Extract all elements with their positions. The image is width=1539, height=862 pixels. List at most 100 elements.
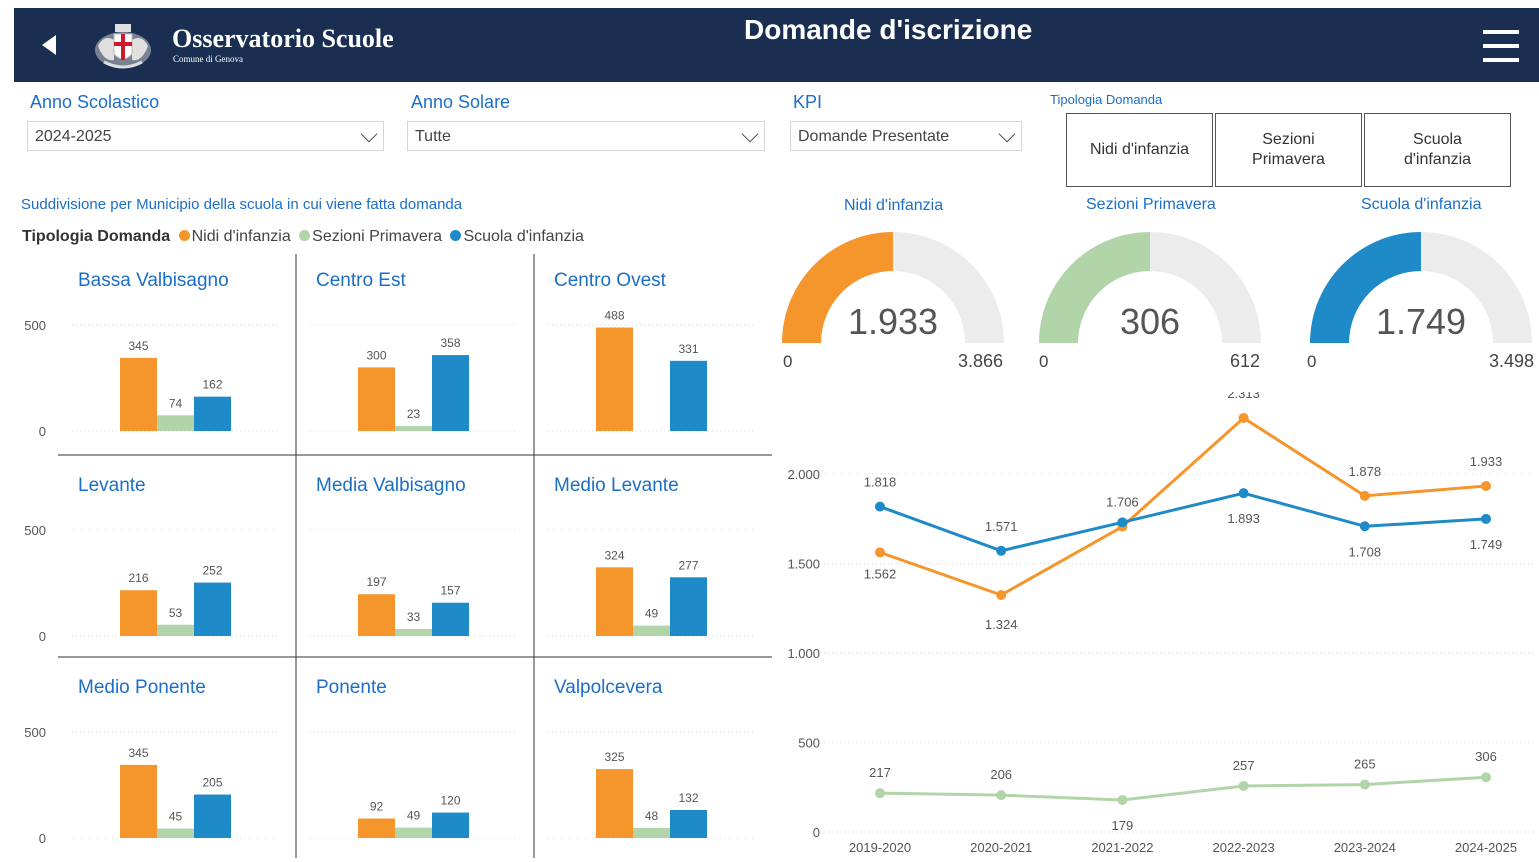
y-tick-label: 1.500 — [787, 557, 820, 572]
legend-item-scuola: Scuola d'infanzia — [463, 228, 584, 245]
data-label: 120 — [440, 794, 460, 808]
legend-item-sezioni: Sezioni Primavera — [312, 228, 442, 245]
data-point — [1481, 772, 1491, 783]
data-point — [875, 547, 885, 558]
y-tick-label: 500 — [24, 725, 46, 740]
hamburger-menu-icon[interactable] — [1483, 30, 1519, 62]
bar — [120, 357, 157, 431]
panel-title: Valpolcevera — [554, 677, 663, 698]
data-label: 179 — [1112, 818, 1134, 833]
back-arrow-icon[interactable] — [40, 30, 64, 60]
gauge-max-label: 3.498 — [1489, 351, 1534, 371]
data-label: 358 — [440, 336, 460, 350]
panel-title: Centro Ovest — [554, 270, 667, 291]
bar — [395, 426, 432, 431]
gauge-title-scuola: Scuola d'infanzia — [1361, 196, 1482, 213]
data-point — [1117, 517, 1128, 528]
trend-line-chart: 0 500 1.000 1.500 2.000 2019-2020 2020-2021 202… — [787, 392, 1534, 855]
data-label: 265 — [1354, 757, 1376, 772]
tipologia-scuola-button[interactable]: Scuola d'infanzia — [1364, 113, 1511, 187]
data-point — [996, 590, 1007, 601]
data-label: 257 — [1233, 758, 1255, 773]
anno-scolastico-label: Anno Scolastico — [30, 92, 160, 112]
menu-line — [1483, 44, 1519, 48]
y-tick-label: 500 — [24, 318, 46, 333]
data-label: 1.562 — [864, 566, 897, 581]
brand-title: Osservatorio Scuole — [172, 24, 394, 53]
data-point — [875, 501, 885, 512]
legend-title: Tipologia Domanda — [22, 228, 171, 245]
gauge-title-nidi: Nidi d'infanzia — [844, 197, 944, 214]
kpi-label: KPI — [793, 92, 823, 112]
panel-title: Bassa Valbisagno — [78, 270, 229, 291]
bar — [633, 625, 670, 636]
tipologia-sezioni-button[interactable]: Sezioni Primavera — [1215, 113, 1362, 187]
panel-title: Medio Ponente — [78, 677, 206, 698]
data-label: 1.893 — [1227, 511, 1260, 526]
bar — [120, 590, 157, 636]
panel-title: Ponente — [316, 677, 387, 698]
data-label: 325 — [604, 750, 624, 764]
bar — [194, 396, 231, 431]
data-label: 324 — [604, 548, 624, 562]
data-point — [1117, 794, 1128, 805]
bar — [358, 594, 395, 636]
tipologia-label: Tipologia Domanda — [1050, 92, 1163, 107]
data-point — [996, 545, 1007, 556]
data-label: 1.324 — [985, 617, 1018, 632]
page-title: Domande d'iscrizione — [744, 14, 1033, 45]
data-label: 1.571 — [985, 519, 1018, 534]
menu-line — [1483, 58, 1519, 62]
municipio-chart-title: Suddivisione per Municipio della scuola … — [21, 196, 463, 213]
data-point — [1359, 490, 1370, 501]
data-label: 206 — [990, 767, 1012, 782]
anno-solare-value: Tutte — [415, 128, 451, 145]
data-label: 277 — [678, 558, 698, 572]
data-label: 1.708 — [1349, 544, 1382, 559]
bar — [358, 367, 395, 431]
bar — [596, 769, 633, 838]
data-label: 345 — [128, 746, 148, 760]
bar — [157, 624, 194, 636]
chevron-down-icon — [998, 125, 1016, 143]
panel-title: Centro Est — [316, 270, 406, 291]
x-tick-label: 2019-2020 — [849, 840, 911, 855]
x-tick-label: 2024-2025 — [1455, 840, 1517, 855]
gauge-min-label: 0 — [1307, 352, 1316, 371]
panel-title: Media Valbisagno — [316, 475, 466, 496]
panel-title: Levante — [78, 475, 146, 496]
tipologia-nidi-button[interactable]: Nidi d'infanzia — [1066, 113, 1213, 187]
anno-scolastico-value: 2024-2025 — [35, 128, 112, 145]
bar — [596, 567, 633, 636]
bar — [670, 360, 707, 431]
data-label: 306 — [1475, 749, 1497, 764]
bar — [432, 355, 469, 431]
series-line — [879, 775, 1487, 802]
y-tick-label: 0 — [39, 629, 46, 644]
brand-subtitle: Comune di Genova — [173, 54, 243, 64]
kpi-gauges: 1.933 0 3.866 306 0 612 1.749 0 3.498 — [782, 232, 1534, 371]
municipio-bar-charts: Bassa Valbisagno 0 500 345 74 162 Centro Est 30… — [24, 254, 772, 858]
data-label: 1.933 — [1470, 454, 1503, 469]
y-tick-label: 0 — [39, 831, 46, 846]
gauge-min-label: 0 — [783, 352, 792, 371]
data-label: 157 — [440, 584, 460, 598]
data-point — [1359, 779, 1370, 790]
anno-scolastico-select[interactable]: 2024-2025 — [27, 121, 384, 151]
bar — [395, 827, 432, 838]
data-label: 45 — [169, 809, 183, 823]
anno-solare-select[interactable]: Tutte — [407, 121, 765, 151]
y-tick-label: 500 — [798, 736, 820, 751]
data-point — [1238, 780, 1249, 791]
gauge-value: 1.749 — [1376, 301, 1466, 342]
gauge-max-label: 612 — [1230, 351, 1260, 371]
data-label: 331 — [678, 342, 698, 356]
kpi-select[interactable]: Domande Presentate — [790, 121, 1022, 151]
bar — [395, 629, 432, 636]
y-tick-label: 1.000 — [787, 646, 820, 661]
data-point — [1481, 513, 1491, 524]
data-label: 33 — [407, 610, 421, 624]
data-label: 1.749 — [1470, 537, 1503, 552]
gauge-value: 1.933 — [848, 301, 938, 342]
y-tick-label: 2.000 — [787, 467, 820, 482]
